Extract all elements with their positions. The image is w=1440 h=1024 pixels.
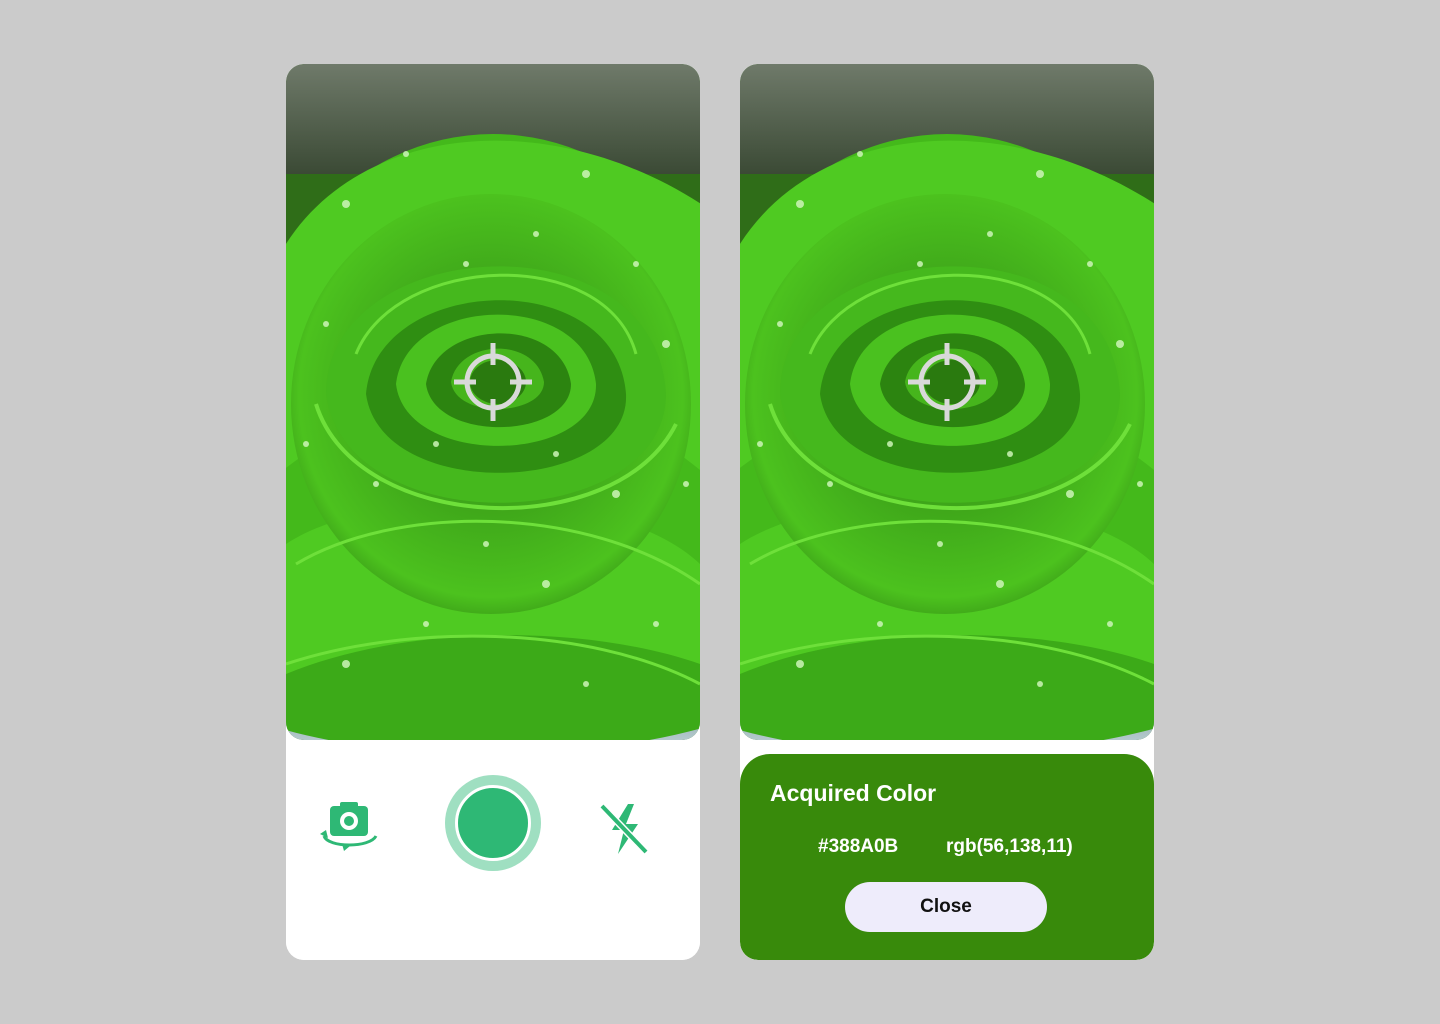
crosshair-icon <box>908 343 986 421</box>
acquired-color-sheet: Acquired Color #388A0B rgb(56,138,11) Cl… <box>740 754 1154 960</box>
rgb-value: rgb(56,138,11) <box>946 836 1073 857</box>
close-button[interactable]: Close <box>845 882 1047 932</box>
camera-screen <box>286 64 700 960</box>
flip-camera-icon <box>320 802 378 851</box>
result-screen: Acquired Color #388A0B rgb(56,138,11) Cl… <box>740 64 1154 960</box>
camera-controls <box>286 740 700 960</box>
hex-value: #388A0B <box>818 836 899 857</box>
sheet-title: Acquired Color <box>770 780 937 806</box>
captured-photo <box>740 64 1154 740</box>
flip-camera-button[interactable] <box>318 800 380 854</box>
shutter-button[interactable] <box>445 775 541 871</box>
flash-off-icon <box>599 803 649 855</box>
crosshair-icon <box>454 343 532 421</box>
flash-toggle-button[interactable] <box>598 802 650 856</box>
camera-viewfinder[interactable] <box>286 64 700 740</box>
shutter-inner-circle <box>455 785 531 861</box>
